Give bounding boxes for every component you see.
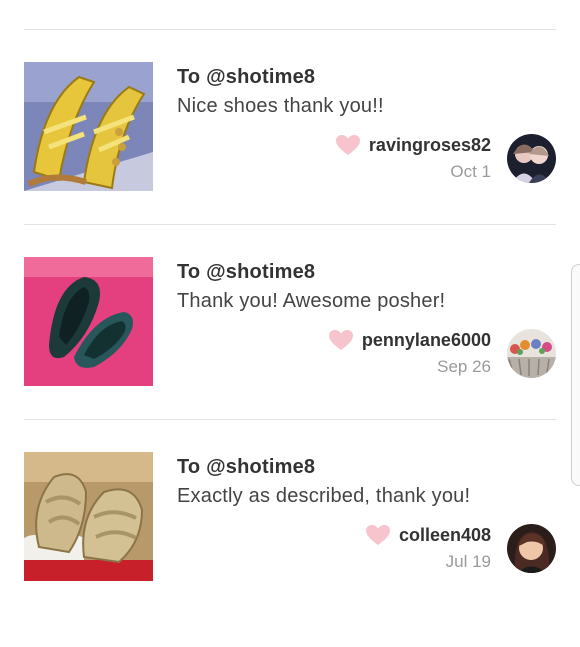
review-message: Thank you! Awesome posher! — [177, 290, 446, 312]
recipient-line: To @shotime8 — [177, 66, 316, 88]
woman-portrait-photo — [507, 524, 556, 573]
divider — [24, 419, 556, 420]
reviewer-username[interactable]: pennylane6000 — [362, 330, 491, 351]
tan-sandals-photo — [24, 452, 153, 581]
reviewer-row[interactable]: pennylane6000 — [328, 329, 491, 351]
review-card: To @shotime8 Nice shoes thank you!! ravi… — [0, 62, 580, 257]
listing-thumbnail[interactable] — [24, 62, 153, 191]
recipient-line: To @shotime8 — [177, 261, 316, 283]
review-message: Nice shoes thank you!! — [177, 95, 384, 117]
green-flats-photo — [24, 257, 153, 386]
reviewer-username[interactable]: colleen408 — [399, 525, 491, 546]
scrollbar[interactable] — [571, 264, 580, 486]
avatar[interactable] — [507, 329, 556, 378]
yellow-sandals-photo — [24, 62, 153, 191]
recipient-line: To @shotime8 — [177, 456, 316, 478]
review-date: Sep 26 — [437, 357, 491, 376]
listing-thumbnail[interactable] — [24, 257, 153, 386]
listing-thumbnail[interactable] — [24, 452, 153, 581]
heart-icon[interactable] — [365, 524, 391, 546]
reviewer-row[interactable]: ravingroses82 — [335, 134, 491, 156]
avatar[interactable] — [507, 134, 556, 183]
reviewer-row[interactable]: colleen408 — [365, 524, 491, 546]
review-message: Exactly as described, thank you! — [177, 485, 471, 507]
review-card: To @shotime8 Exactly as described, thank… — [0, 452, 580, 647]
top-divider — [24, 29, 556, 30]
flower-crown-photo — [507, 329, 556, 378]
review-date: Jul 19 — [445, 552, 491, 571]
reviewer-username[interactable]: ravingroses82 — [369, 135, 491, 156]
heart-icon[interactable] — [335, 134, 361, 156]
review-card: To @shotime8 Thank you! Awesome posher! … — [0, 257, 580, 452]
divider — [24, 224, 556, 225]
heart-icon[interactable] — [328, 329, 354, 351]
avatar[interactable] — [507, 524, 556, 573]
two-people-photo — [507, 134, 556, 183]
review-date: Oct 1 — [450, 162, 491, 181]
